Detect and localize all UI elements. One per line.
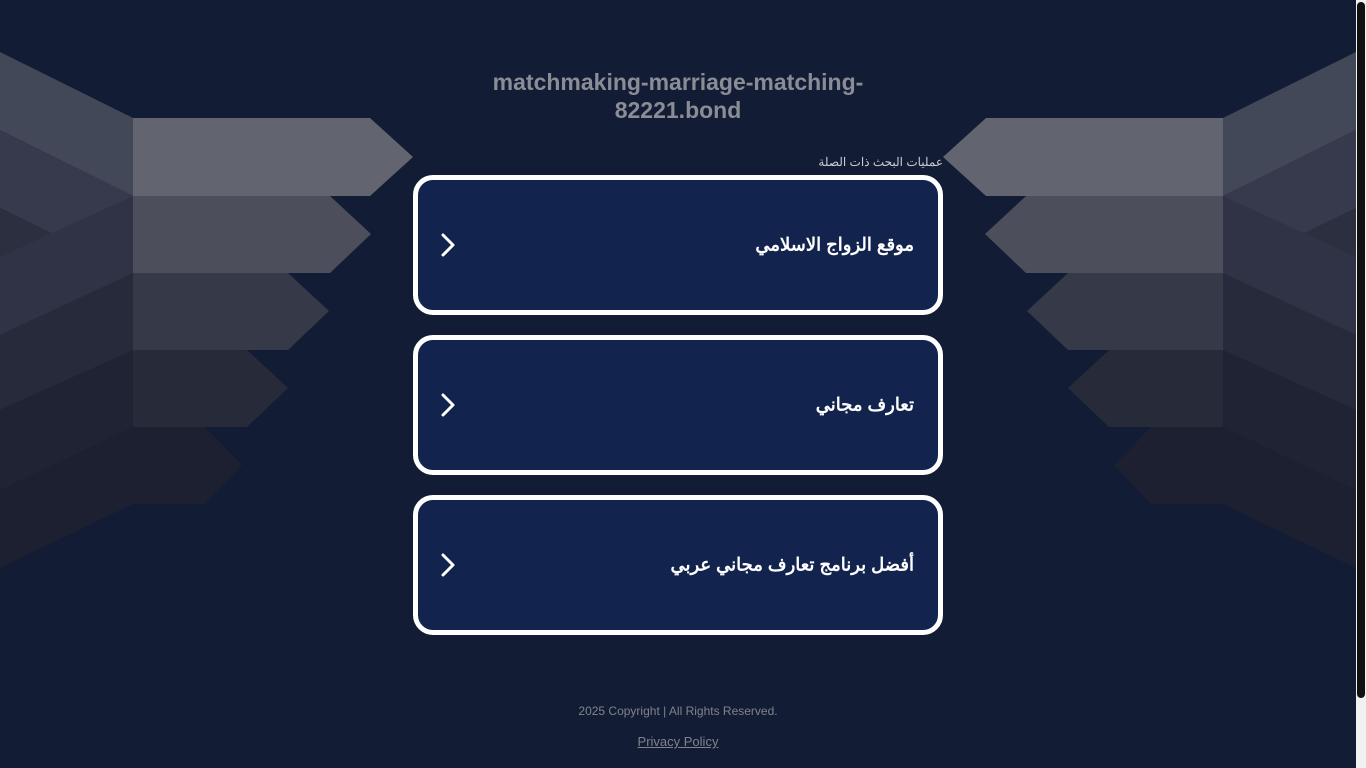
chevron-right-icon	[441, 233, 455, 257]
chevron-right-icon	[441, 553, 455, 577]
scrollbar-thumb[interactable]	[1357, 2, 1365, 698]
related-search-label: أفضل برنامج تعارف مجاني عربي	[670, 554, 914, 575]
domain-title: matchmaking-marriage-matching-82221.bond	[492, 69, 864, 123]
privacy-policy-link[interactable]: Privacy Policy	[638, 734, 719, 749]
copyright-text: 2025 Copyright | All Rights Reserved.	[578, 704, 778, 718]
related-search-label: تعارف مجاني	[815, 394, 914, 415]
related-searches-label: عمليات البحث ذات الصلة	[818, 155, 943, 169]
related-search-link-2[interactable]: تعارف مجاني	[413, 335, 943, 475]
related-search-label: موقع الزواج الاسلامي	[755, 234, 914, 255]
chevron-right-icon	[441, 393, 455, 417]
related-search-link-3[interactable]: أفضل برنامج تعارف مجاني عربي	[413, 495, 943, 635]
related-search-link-1[interactable]: موقع الزواج الاسلامي	[413, 175, 943, 315]
vertical-scrollbar[interactable]	[1356, 0, 1366, 768]
privacy-policy-container: Privacy Policy	[0, 734, 1356, 749]
parked-domain-page: matchmaking-marriage-matching-82221.bond…	[0, 0, 1366, 768]
